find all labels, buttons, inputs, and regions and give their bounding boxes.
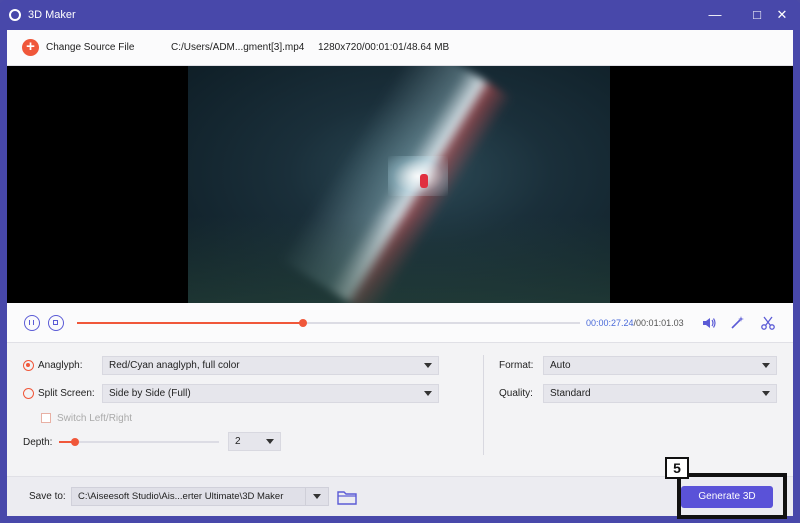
quality-label: Quality: [499,388,533,399]
save-path-field[interactable]: C:\Aiseesoft Studio\Ais...erter Ultimate… [71,487,329,506]
format-select[interactable]: Auto [543,356,777,375]
chevron-down-icon [762,363,770,368]
chevron-down-icon [313,494,321,499]
pause-button[interactable] [24,315,40,331]
source-toolbar: + Change Source File C:/Users/ADM...gmen… [7,30,793,66]
video-preview [7,66,793,303]
volume-icon[interactable] [701,315,717,331]
pause-icon [29,320,34,325]
playback-controls: 00:00:27.24/00:01:01.03 [7,303,793,343]
chevron-down-icon [762,391,770,396]
progress-bar[interactable] [77,319,580,327]
anaglyph-select[interactable]: Red/Cyan anaglyph, full color [102,356,439,375]
quality-value: Standard [550,388,591,399]
format-label: Format: [499,360,534,371]
file-info: 1280x720/00:01:01/48.64 MB [318,42,450,53]
anaglyph-value: Red/Cyan anaglyph, full color [109,360,240,371]
close-icon[interactable]: ✕ [773,6,791,24]
scissors-icon[interactable] [760,315,776,331]
chevron-down-icon [424,391,432,396]
depth-slider-thumb[interactable] [71,438,79,446]
save-path-value: C:\Aiseesoft Studio\Ais...erter Ultimate… [78,491,284,502]
water-lower [188,216,610,303]
depth-select[interactable]: 2 [228,432,281,451]
change-source-button[interactable]: Change Source File [46,42,134,53]
split-screen-select[interactable]: Side by Side (Full) [102,384,439,403]
folder-icon[interactable] [337,489,357,505]
time-display: 00:00:27.24/00:01:01.03 [586,318,684,328]
format-value: Auto [550,360,571,371]
progress-fill [77,322,304,324]
add-icon[interactable]: + [22,39,39,56]
video-frame [188,66,610,303]
depth-value: 2 [235,436,241,447]
highlight-box [677,473,787,519]
current-time: 00:00:27.24 [586,318,634,328]
total-time: /00:01:01.03 [633,318,684,328]
anaglyph-label: Anaglyph: [38,360,83,371]
minimize-icon[interactable]: — [706,6,724,24]
main-content: + Change Source File C:/Users/ADM...gmen… [7,30,793,516]
switch-left-right-label: Switch Left/Right [57,413,133,424]
anaglyph-radio[interactable] [23,360,34,371]
stop-icon [53,320,58,325]
wave-glow [388,156,448,196]
split-screen-label: Split Screen: [38,388,95,399]
footer-bar: Save to: C:\Aiseesoft Studio\Ais...erter… [7,476,793,516]
save-to-label: Save to: [29,491,66,502]
split-screen-radio[interactable] [23,388,34,399]
window-title: 3D Maker [28,9,76,21]
magic-wand-icon[interactable] [729,315,745,331]
app-logo-icon [9,9,21,21]
title-bar: 3D Maker — □ ✕ [0,0,800,30]
maximize-icon[interactable]: □ [748,6,766,24]
surfer [420,174,428,188]
progress-thumb[interactable] [299,319,308,327]
step-number-badge: 5 [665,457,689,479]
chevron-down-icon [266,439,274,444]
stop-button[interactable] [48,315,64,331]
app-window: 3D Maker — □ ✕ + Change Source File C:/U… [0,0,800,523]
switch-left-right-checkbox[interactable] [41,413,51,423]
depth-label: Depth: [23,437,53,448]
save-path-dropdown[interactable] [305,488,329,505]
depth-slider[interactable] [59,438,219,446]
chevron-down-icon [424,363,432,368]
file-path: C:/Users/ADM...gment[3].mp4 [171,42,305,53]
quality-select[interactable]: Standard [543,384,777,403]
settings-divider [483,355,484,455]
split-screen-value: Side by Side (Full) [109,388,191,399]
